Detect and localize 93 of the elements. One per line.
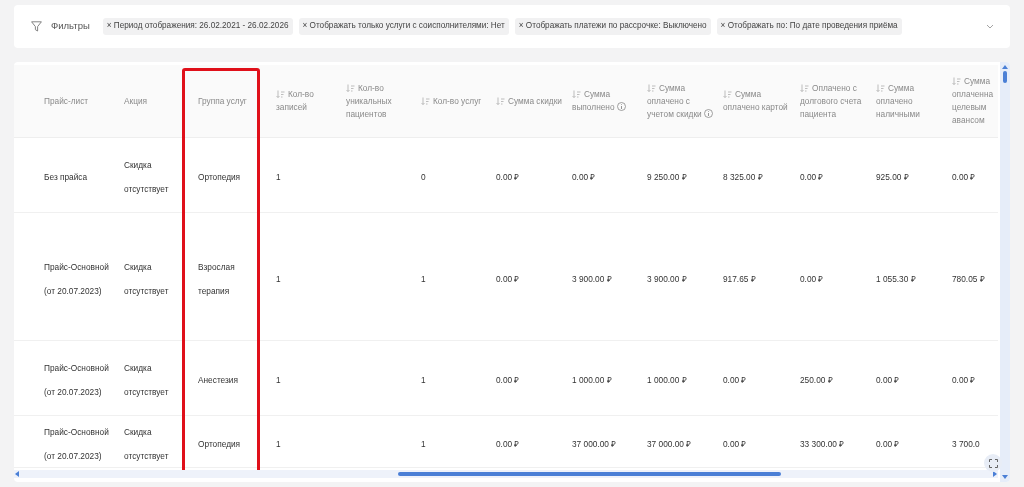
filter-chip[interactable]: × Период отображения: 26.02.2021 - 26.02.2026 bbox=[102, 18, 293, 35]
table-cell: 33 300.00 ₽ bbox=[800, 438, 845, 449]
table-cell: Скидка отсутствует bbox=[124, 261, 169, 296]
table-cell: 3 900.00 ₽ bbox=[647, 273, 687, 284]
table-cell: 917.65 ₽ bbox=[723, 273, 756, 284]
sort-icon[interactable] bbox=[723, 90, 732, 98]
sort-icon[interactable] bbox=[647, 83, 656, 92]
filter-chip[interactable]: × Отображать только услуги с соисполнителями: Нет bbox=[298, 18, 509, 35]
sort-icon[interactable] bbox=[496, 96, 505, 105]
sort-icon[interactable] bbox=[800, 83, 809, 92]
table-row[interactable]: Прайс-Основной (от 20.07.2023) Скидка отсутствует Анестезия 1 1 0.00 ₽ 1 000.00 ₽ 1 000.00 ₽ 0.00 ₽ 250.00 ₽ 0.00 ₽ 0.00 ₽ bbox=[14, 341, 998, 416]
table-cell: 0.00 ₽ bbox=[496, 375, 520, 385]
scrollbar-thumb[interactable] bbox=[1003, 71, 1007, 83]
table-cell: 0.00 ₽ bbox=[800, 273, 824, 284]
table-row[interactable]: Прайс-Основной (от 20.07.2023) Скидка отсутствует Взрослая терапия 1 1 0.00 ₽ 3 900.00 ₽ 3 900.00 ₽ 917.65 ₽ 0.00 ₽ 1 055.30 ₽ 780.05 ₽ bbox=[14, 213, 998, 341]
vertical-scrollbar[interactable] bbox=[1000, 62, 1010, 482]
column-header[interactable]: Сумма скидки bbox=[496, 94, 562, 108]
column-header[interactable]: Прайс-лист bbox=[44, 94, 89, 108]
table-cell: 0.00 ₽ bbox=[572, 172, 596, 182]
table-cell: Взрослая терапия bbox=[198, 261, 235, 296]
column-header[interactable]: Сумма оплачено картой bbox=[723, 88, 796, 114]
column-header[interactable]: Группа услуг bbox=[198, 94, 247, 108]
table-cell: Анестезия bbox=[198, 375, 238, 385]
scroll-left-icon[interactable] bbox=[15, 471, 19, 477]
table-cell: 3 900.00 ₽ bbox=[572, 273, 612, 284]
sort-icon[interactable] bbox=[572, 90, 581, 98]
table-cell: Ортопедия bbox=[198, 438, 241, 449]
table-cell: Скидка отсутствует bbox=[124, 426, 169, 461]
table-cell: 0.00 ₽ bbox=[952, 375, 976, 385]
table-cell: 0.00 ₽ bbox=[496, 438, 520, 449]
filter-icon[interactable] bbox=[31, 21, 42, 32]
table-cell: 1 055.30 ₽ bbox=[876, 273, 916, 284]
chevron-down-icon[interactable] bbox=[986, 24, 994, 29]
table-cell: 0.00 ₽ bbox=[496, 172, 520, 182]
table-cell: 3 700.0 bbox=[952, 438, 980, 449]
table-cell: Прайс-Основной (от 20.07.2023) bbox=[44, 426, 109, 461]
table-cell: 1 bbox=[276, 273, 281, 284]
column-header[interactable]: Оплачено с долгового счета пациента bbox=[800, 81, 872, 121]
scrollbar-thumb[interactable] bbox=[398, 472, 781, 476]
column-header[interactable]: Сумма оплаченна целевым авансом bbox=[952, 75, 994, 127]
column-header[interactable]: Кол-во услуг bbox=[421, 94, 482, 108]
scroll-down-icon[interactable] bbox=[1002, 475, 1008, 479]
horizontal-scrollbar[interactable] bbox=[14, 470, 998, 478]
table-cell: Прайс-Основной (от 20.07.2023) bbox=[44, 261, 109, 296]
info-icon[interactable] bbox=[616, 102, 626, 111]
table-cell: 1 000.00 ₽ bbox=[647, 375, 687, 385]
expand-icon bbox=[988, 458, 998, 468]
table-cell: 1 bbox=[276, 375, 281, 385]
table-cell: 0.00 ₽ bbox=[876, 375, 900, 385]
table-cell: 37 000.00 ₽ bbox=[647, 438, 692, 449]
table-cell: Скидка отсутствует bbox=[124, 363, 169, 397]
table-cell: 1 bbox=[276, 438, 281, 449]
table-cell: 1 bbox=[421, 438, 426, 449]
table-cell: 1 000.00 ₽ bbox=[572, 375, 612, 385]
table-cell: 0.00 ₽ bbox=[876, 438, 900, 449]
table-cell: 37 000.00 ₽ bbox=[572, 438, 617, 449]
filter-chip[interactable]: × Отображать по: По дате проведения приёма bbox=[716, 18, 902, 35]
table-cell: 1 bbox=[421, 273, 426, 284]
table-cell: 0.00 ₽ bbox=[800, 172, 824, 182]
filter-chip[interactable]: × Отображать платежи по рассрочке: Выключено bbox=[514, 18, 711, 35]
sort-icon[interactable] bbox=[952, 77, 961, 85]
column-header[interactable]: Сумма оплачено наличными bbox=[876, 81, 948, 121]
table-cell: Без прайса bbox=[44, 172, 88, 182]
table-cell: Ортопедия bbox=[198, 172, 241, 182]
table-row[interactable]: Без прайса Скидка отсутствует Ортопедия 1 0 0.00 ₽ 0.00 ₽ 9 250.00 ₽ 8 325.00 ₽ 0.00 ₽ 925.00 ₽ 0.00 ₽ bbox=[14, 138, 998, 213]
info-icon[interactable] bbox=[703, 108, 713, 118]
table-cell: 0.00 ₽ bbox=[723, 438, 747, 449]
table-cell: 0 bbox=[421, 172, 426, 182]
table-cell: Скидка отсутствует bbox=[124, 160, 169, 194]
table-cell: 0.00 ₽ bbox=[496, 273, 520, 284]
column-header[interactable]: Сумма оплачено с учетом скидки bbox=[647, 81, 719, 121]
column-header[interactable]: Акция bbox=[124, 94, 148, 108]
table-cell: 1 bbox=[276, 172, 281, 182]
table-cell: 1 bbox=[421, 375, 426, 385]
table-cell: 250.00 ₽ bbox=[800, 375, 833, 385]
table-cell: 8 325.00 ₽ bbox=[723, 172, 763, 182]
table-cell: 0.00 ₽ bbox=[952, 172, 976, 182]
fullscreen-button[interactable] bbox=[984, 454, 1002, 472]
column-header[interactable]: Сумма выполнено bbox=[572, 88, 643, 114]
sort-icon[interactable] bbox=[876, 83, 885, 92]
sort-icon[interactable] bbox=[421, 96, 430, 105]
filter-title: Фильтры bbox=[51, 19, 90, 34]
sort-icon[interactable] bbox=[346, 83, 355, 92]
table-cell: 780.05 ₽ bbox=[952, 273, 985, 284]
sort-icon[interactable] bbox=[276, 90, 285, 98]
column-header[interactable]: Кол-во уникальных пациентов bbox=[346, 81, 417, 121]
table-cell: 925.00 ₽ bbox=[876, 172, 909, 182]
scroll-up-icon[interactable] bbox=[1002, 65, 1008, 69]
column-header[interactable]: Кол-во записей bbox=[276, 88, 342, 114]
table-cell: 9 250.00 ₽ bbox=[647, 172, 687, 182]
table-cell: Прайс-Основной (от 20.07.2023) bbox=[44, 363, 109, 397]
table-cell: 0.00 ₽ bbox=[723, 375, 747, 385]
scroll-right-icon[interactable] bbox=[993, 471, 997, 477]
